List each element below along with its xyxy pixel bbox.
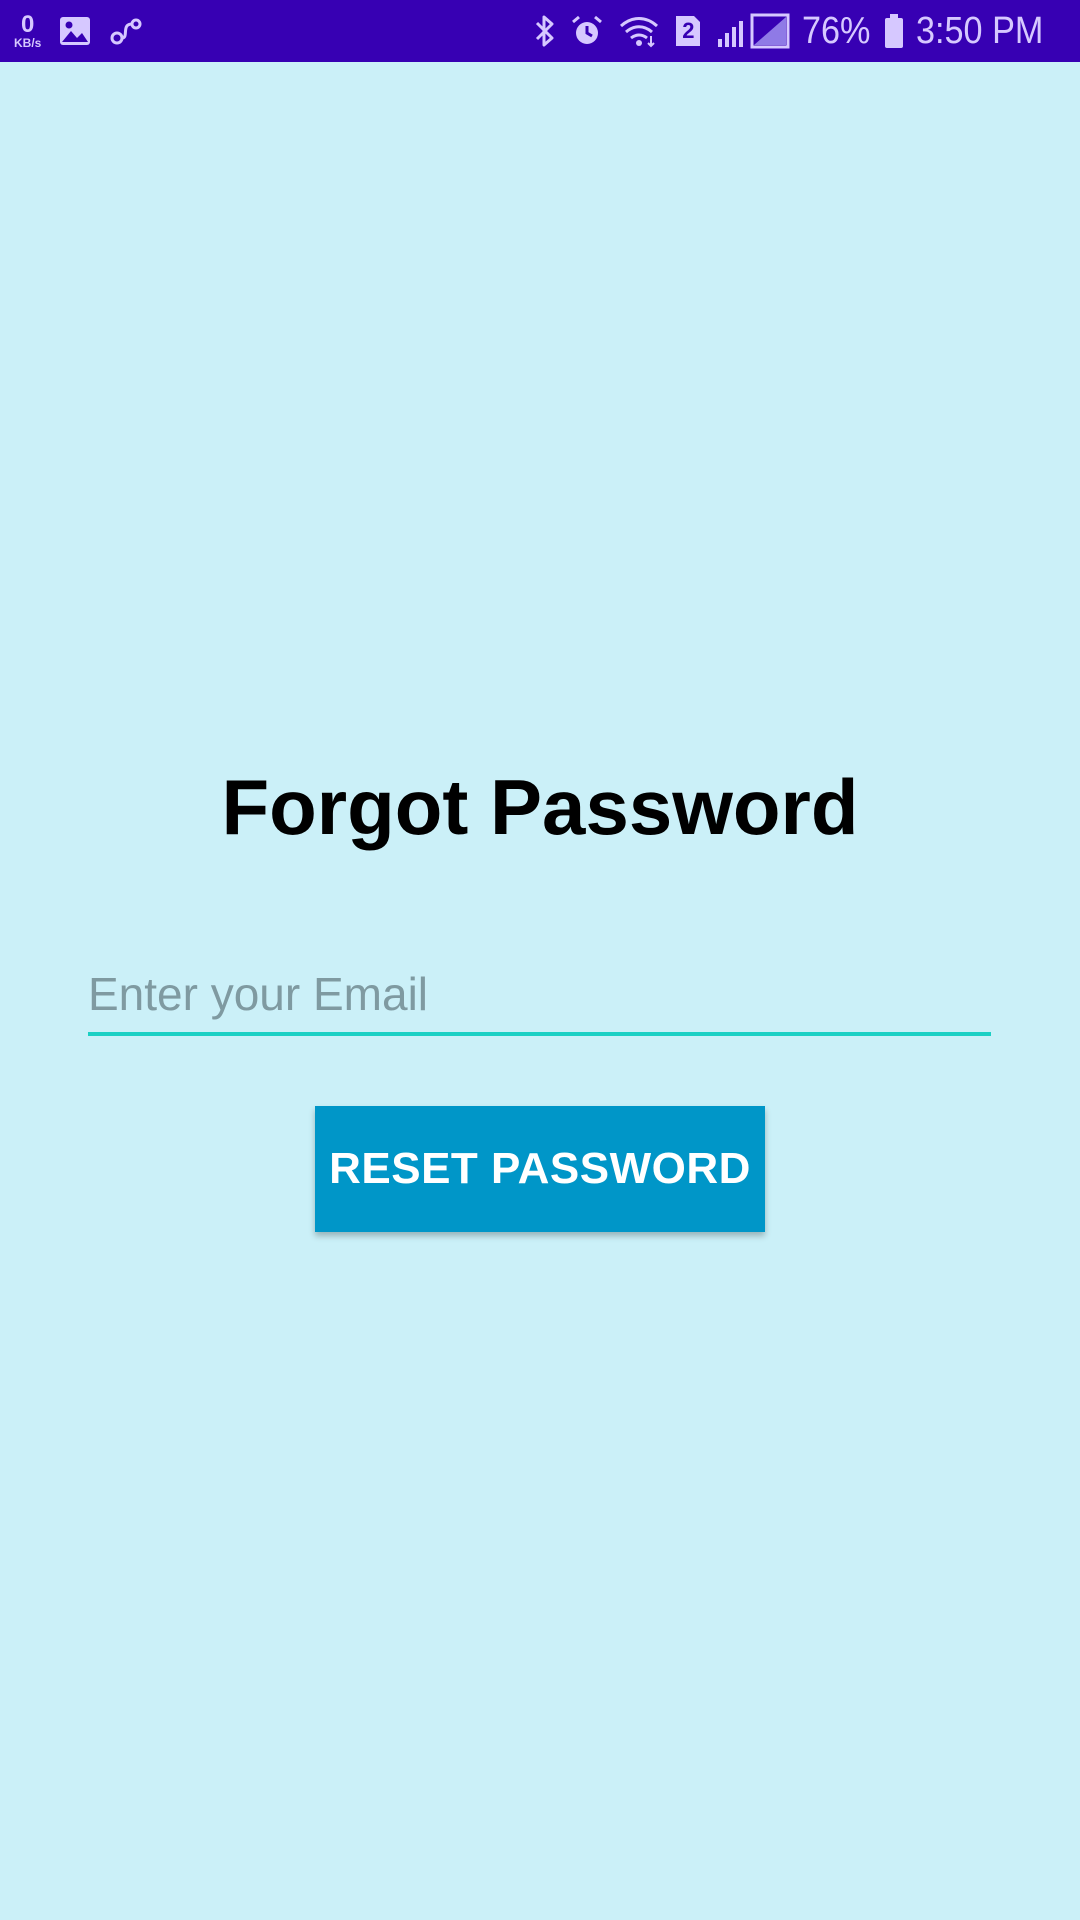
image-icon <box>59 16 91 46</box>
status-bar-left: 0 KB/s <box>14 13 161 49</box>
reset-password-button[interactable]: RESET PASSWORD <box>315 1106 765 1232</box>
clock: 3:50 PM <box>916 9 1044 52</box>
link-icon <box>109 16 143 46</box>
network-speed-value: 0 <box>20 11 35 38</box>
status-bar-right: 2 76% 3:50 PM <box>520 10 1058 53</box>
email-field[interactable] <box>88 956 991 1032</box>
sim2-icon: 2 <box>674 14 702 48</box>
page-title: Forgot Password <box>221 763 859 851</box>
signal-icon <box>716 13 792 49</box>
battery-percent: 76% <box>802 9 871 52</box>
network-speed-indicator: 0 KB/s <box>14 11 42 50</box>
sim-label: 2 <box>682 18 695 43</box>
bluetooth-icon <box>534 14 556 48</box>
status-bar: 0 KB/s 2 76% 3:50 PM <box>0 0 1080 62</box>
network-speed-unit: KB/s <box>14 36 42 50</box>
email-field-container <box>88 956 991 1036</box>
alarm-icon <box>570 14 604 48</box>
battery-icon <box>884 13 904 49</box>
wifi-icon <box>618 14 660 48</box>
